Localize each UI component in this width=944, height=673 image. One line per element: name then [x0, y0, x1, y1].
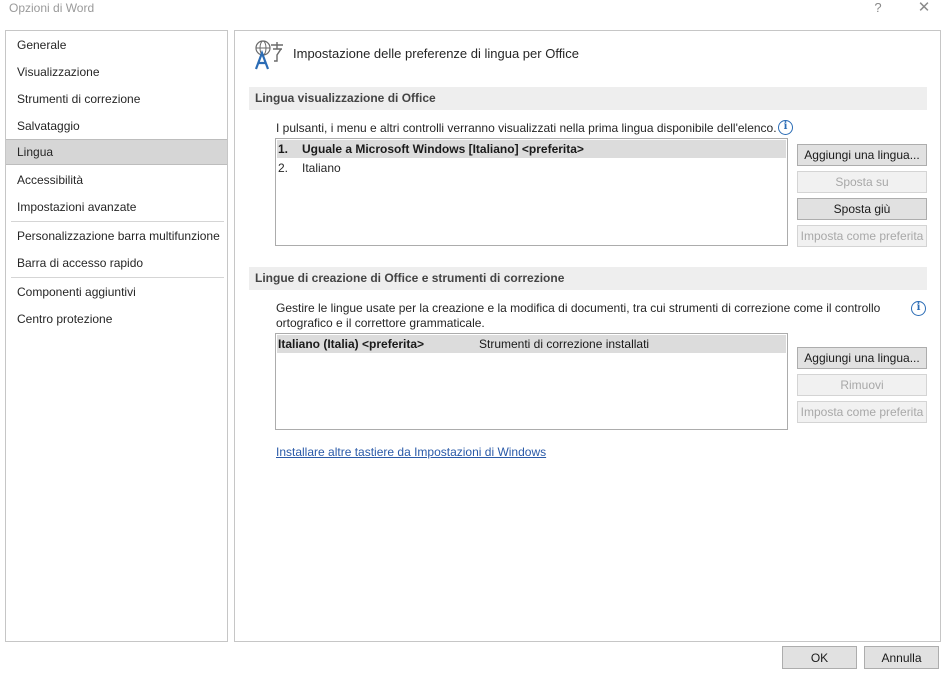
display-language-list[interactable]: 1. Uguale a Microsoft Windows [Italiano]…: [275, 138, 788, 246]
nav-item-salvataggio[interactable]: Salvataggio: [6, 113, 227, 139]
list-item[interactable]: Italiano (Italia) <preferita> Strumenti …: [277, 335, 786, 353]
nav-item-visualizzazione[interactable]: Visualizzazione: [6, 59, 227, 85]
nav-item-centro-protezione[interactable]: Centro protezione: [6, 306, 227, 332]
add-display-language-button[interactable]: Aggiungi una lingua...: [797, 144, 927, 166]
nav-item-componenti-aggiuntivi[interactable]: Componenti aggiuntivi: [6, 279, 227, 305]
authoring-language-description-line2: ortografico e il correttore grammaticale…: [276, 316, 485, 330]
display-language-description: I pulsanti, i menu e altri controlli ver…: [276, 121, 777, 135]
info-icon[interactable]: i: [778, 120, 793, 135]
cancel-button[interactable]: Annulla: [864, 646, 939, 669]
authoring-language-description-line1: Gestire le lingue usate per la creazione…: [276, 301, 881, 315]
nav-item-impostazioni-avanzate[interactable]: Impostazioni avanzate: [6, 194, 227, 220]
help-icon[interactable]: ?: [866, 0, 890, 18]
list-item[interactable]: 2. Italiano: [277, 159, 786, 177]
authoring-language-list[interactable]: Italiano (Italia) <preferita> Strumenti …: [275, 333, 788, 430]
ok-button[interactable]: OK: [782, 646, 857, 669]
list-item-label: Italiano (Italia) <preferita>: [278, 337, 425, 351]
list-item-number: 1.: [278, 142, 289, 156]
authoring-language-header: Lingue di creazione di Office e strument…: [249, 267, 927, 290]
move-up-button[interactable]: Sposta su: [797, 171, 927, 193]
title-bar: Opzioni di Word ? ✕: [0, 0, 944, 22]
language-icon: [254, 40, 283, 70]
list-item-label: Uguale a Microsoft Windows [Italiano] <p…: [302, 142, 584, 156]
nav-separator: [11, 277, 224, 278]
list-item-number: 2.: [278, 161, 289, 175]
set-preferred-display-button[interactable]: Imposta come preferita: [797, 225, 927, 247]
nav-item-barra-accesso-rapido[interactable]: Barra di accesso rapido: [6, 250, 227, 276]
set-preferred-authoring-button[interactable]: Imposta come preferita: [797, 401, 927, 423]
close-icon[interactable]: ✕: [912, 0, 936, 18]
language-panel: Impostazione delle preferenze di lingua …: [234, 30, 941, 642]
nav-item-accessibilita[interactable]: Accessibilità: [6, 167, 227, 193]
nav-item-strumenti-correzione[interactable]: Strumenti di correzione: [6, 86, 227, 112]
display-language-header: Lingua visualizzazione di Office: [249, 87, 927, 110]
options-nav: Generale Visualizzazione Strumenti di co…: [5, 30, 228, 642]
list-item[interactable]: 1. Uguale a Microsoft Windows [Italiano]…: [277, 140, 786, 158]
install-keyboards-link[interactable]: Installare altre tastiere da Impostazion…: [276, 445, 546, 459]
nav-item-generale[interactable]: Generale: [6, 32, 227, 58]
remove-button[interactable]: Rimuovi: [797, 374, 927, 396]
nav-item-lingua[interactable]: Lingua: [6, 139, 227, 165]
list-item-label: Italiano: [302, 161, 341, 175]
window-title: Opzioni di Word: [9, 1, 95, 15]
move-down-button[interactable]: Sposta giù: [797, 198, 927, 220]
page-title: Impostazione delle preferenze di lingua …: [293, 46, 579, 61]
nav-separator: [11, 221, 224, 222]
info-icon[interactable]: i: [911, 301, 926, 316]
list-item-status: Strumenti di correzione installati: [479, 337, 650, 351]
nav-item-personalizzazione-barra[interactable]: Personalizzazione barra multifunzione: [6, 223, 227, 249]
add-authoring-language-button[interactable]: Aggiungi una lingua...: [797, 347, 927, 369]
